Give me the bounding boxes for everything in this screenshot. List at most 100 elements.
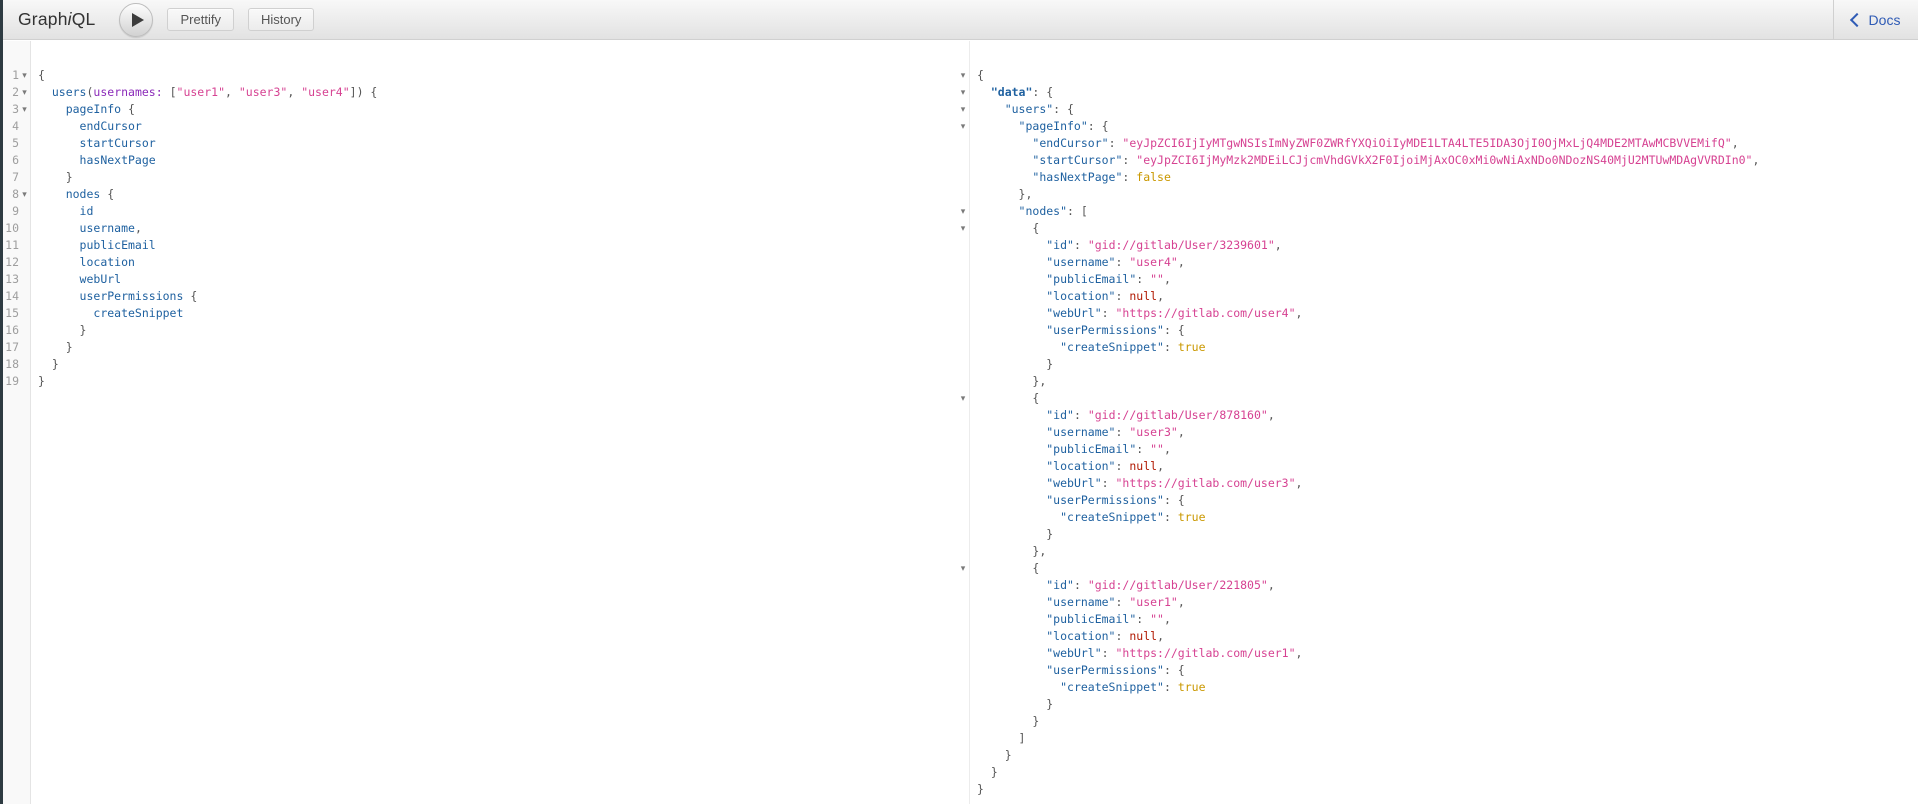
gutter-row: ▾ <box>957 67 969 84</box>
code-line: startCursor <box>38 135 957 152</box>
gutter-row <box>957 458 969 475</box>
code-line: location <box>38 254 957 271</box>
gutter-row: 2▾ <box>3 84 30 101</box>
gutter-row <box>957 543 969 560</box>
fold-arrow-icon[interactable]: ▾ <box>957 101 969 118</box>
fold-arrow-icon[interactable]: ▾ <box>957 560 969 577</box>
gutter-row: 9 <box>3 203 30 220</box>
code-line: }, <box>977 186 1918 203</box>
line-number: 17 <box>5 339 19 356</box>
code-line: } <box>38 373 957 390</box>
gutter-row <box>957 611 969 628</box>
gutter-row <box>957 339 969 356</box>
code-line: } <box>977 713 1918 730</box>
code-line: } <box>38 356 957 373</box>
line-number: 9 <box>12 203 19 220</box>
execute-query-button[interactable] <box>119 3 153 37</box>
fold-arrow-icon[interactable]: ▾ <box>19 67 30 84</box>
code-line: "startCursor": "eyJpZCI6IjMyMzk2MDEiLCJj… <box>977 152 1918 169</box>
gutter-row <box>957 764 969 781</box>
gutter-row: 4 <box>3 118 30 135</box>
gutter-row <box>957 747 969 764</box>
gutter-row: ▾ <box>957 220 969 237</box>
gutter-row: 5 <box>3 135 30 152</box>
history-button[interactable]: History <box>248 8 314 31</box>
logo-text-pre: Graph <box>18 9 68 29</box>
gutter-row: 19 <box>3 373 30 390</box>
gutter-row <box>957 679 969 696</box>
code-line: "id": "gid://gitlab/User/878160", <box>977 407 1918 424</box>
code-line: "endCursor": "eyJpZCI6IjIyMTgwNSIsImNyZW… <box>977 135 1918 152</box>
code-line: "createSnippet": true <box>977 339 1918 356</box>
gutter-row <box>957 407 969 424</box>
code-line: users(usernames: ["user1", "user3", "use… <box>38 84 957 101</box>
fold-arrow-icon[interactable]: ▾ <box>957 67 969 84</box>
gutter-row: ▾ <box>957 84 969 101</box>
fold-arrow-icon[interactable]: ▾ <box>957 220 969 237</box>
gutter-row: 16 <box>3 322 30 339</box>
gutter-row <box>957 577 969 594</box>
code-line: "userPermissions": { <box>977 322 1918 339</box>
fold-arrow-icon[interactable]: ▾ <box>19 186 30 203</box>
graphiql-logo: GraphiQL <box>18 9 95 30</box>
fold-arrow-icon[interactable]: ▾ <box>19 84 30 101</box>
code-line: "location": null, <box>977 288 1918 305</box>
code-line: "publicEmail": "", <box>977 441 1918 458</box>
fold-arrow-icon[interactable]: ▾ <box>957 118 969 135</box>
fold-arrow-icon[interactable]: ▾ <box>19 101 30 118</box>
gutter-row <box>957 526 969 543</box>
gutter-row: 14 <box>3 288 30 305</box>
gutter-row: 13 <box>3 271 30 288</box>
gutter-row <box>957 662 969 679</box>
docs-button[interactable]: Docs <box>1834 0 1918 40</box>
gutter-row: ▾ <box>957 203 969 220</box>
logo-text-post: QL <box>72 9 96 29</box>
query-editor-textarea[interactable]: { users(usernames: ["user1", "user3", "u… <box>32 41 957 804</box>
gutter-row <box>957 237 969 254</box>
gutter-row <box>957 152 969 169</box>
code-line: "publicEmail": "", <box>977 271 1918 288</box>
gutter-row <box>957 288 969 305</box>
query-editor-pane: 1▾2▾3▾45678▾910111213141516171819 { user… <box>3 41 957 804</box>
gutter-row: 12 <box>3 254 30 271</box>
gutter-row: 3▾ <box>3 101 30 118</box>
prettify-button[interactable]: Prettify <box>167 8 233 31</box>
gutter-row <box>957 186 969 203</box>
gutter-row <box>957 271 969 288</box>
fold-arrow-icon[interactable]: ▾ <box>957 203 969 220</box>
line-number: 6 <box>12 152 19 169</box>
code-line: } <box>977 764 1918 781</box>
line-number: 15 <box>5 305 19 322</box>
result-pane: ▾▾▾▾▾▾▾▾ { "data": { "users": { "pageInf… <box>957 41 1918 804</box>
code-line: "location": null, <box>977 458 1918 475</box>
code-line: publicEmail <box>38 237 957 254</box>
gutter-row <box>957 373 969 390</box>
code-line: userPermissions { <box>38 288 957 305</box>
gutter-row <box>957 305 969 322</box>
fold-arrow-icon[interactable]: ▾ <box>957 84 969 101</box>
gutter-row <box>957 441 969 458</box>
code-line: "webUrl": "https://gitlab.com/user1", <box>977 645 1918 662</box>
code-line: "userPermissions": { <box>977 662 1918 679</box>
code-line: "location": null, <box>977 628 1918 645</box>
code-line: } <box>38 339 957 356</box>
code-line: "createSnippet": true <box>977 509 1918 526</box>
line-number-gutter: 1▾2▾3▾45678▾910111213141516171819 <box>3 41 31 804</box>
gutter-row <box>957 169 969 186</box>
line-number: 2 <box>12 84 19 101</box>
gutter-row: 10 <box>3 220 30 237</box>
line-number: 4 <box>12 118 19 135</box>
code-line: webUrl <box>38 271 957 288</box>
code-line: }, <box>977 373 1918 390</box>
code-line: { <box>977 390 1918 407</box>
chevron-left-icon <box>1849 13 1863 27</box>
line-number: 3 <box>12 101 19 118</box>
code-line: } <box>977 356 1918 373</box>
code-line: "users": { <box>977 101 1918 118</box>
code-line: { <box>977 220 1918 237</box>
gutter-row <box>957 713 969 730</box>
gutter-row <box>957 781 969 798</box>
fold-arrow-icon[interactable]: ▾ <box>957 390 969 407</box>
gutter-row <box>957 356 969 373</box>
gutter-row <box>957 730 969 747</box>
